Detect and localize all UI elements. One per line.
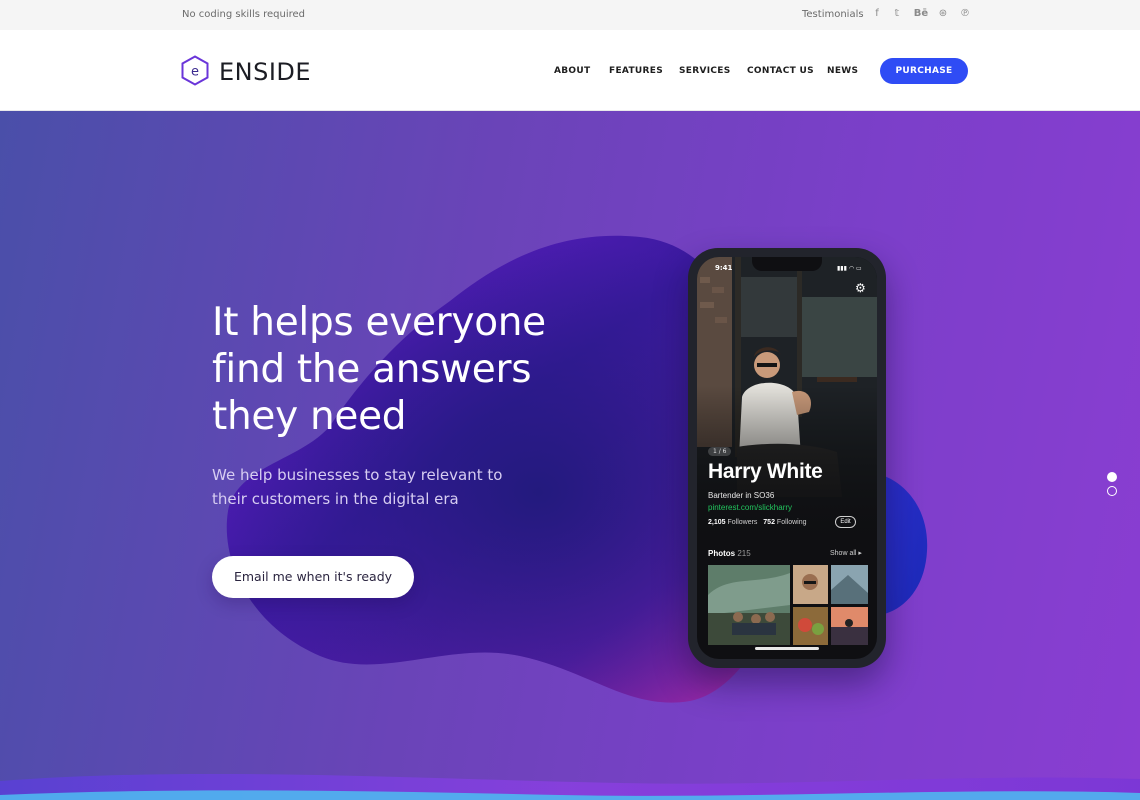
status-icons: ▮▮▮ ◠ ▭ (837, 265, 862, 272)
main-header: e ENSIDE ABOUT FEATURES SERVICES CONTACT… (0, 30, 1140, 111)
top-bar-tagline: No coding skills required (182, 9, 306, 20)
phone-screen: 9:41 ▮▮▮ ◠ ▭ ⚙ 1 / 6 Harry White Bartend… (697, 257, 877, 659)
gear-icon[interactable]: ⚙ (855, 282, 866, 294)
nav-features[interactable]: FEATURES (609, 66, 663, 76)
phone-notch (752, 257, 822, 271)
photo-thumb-3[interactable] (831, 565, 868, 604)
hero-subline-line-2: their customers in the digital era (212, 490, 459, 508)
behance-icon[interactable]: Bē (912, 8, 930, 20)
hero-background-blob (0, 235, 1140, 800)
following-label: Following (776, 519, 807, 526)
photo-thumb-2[interactable] (793, 565, 828, 604)
hero-headline-line-3: they need (212, 394, 407, 439)
photos-grid (708, 565, 868, 645)
pinterest-icon[interactable]: ℗ (959, 8, 971, 20)
nav-services[interactable]: SERVICES (679, 66, 731, 76)
profile-role: Bartender in SO36 (708, 491, 775, 500)
logo-text[interactable]: ENSIDE (219, 58, 311, 86)
profile-link[interactable]: pinterest.com/slickharry (708, 503, 792, 512)
edit-profile-button[interactable]: Edit (835, 516, 856, 528)
email-me-button[interactable]: Email me when it's ready (212, 556, 414, 598)
photo-thumb-5[interactable] (831, 607, 868, 645)
testimonials-link[interactable]: Testimonials (802, 9, 864, 20)
dribbble-icon[interactable]: ⊛ (937, 8, 949, 20)
hero-subline-line-1: We help businesses to stay relevant to (212, 466, 503, 484)
status-time: 9:41 (715, 264, 733, 272)
profile-stats: 2,105 Followers 752 Following (708, 519, 807, 526)
nav-news[interactable]: NEWS (827, 66, 858, 76)
photos-count: 215 (737, 549, 751, 558)
logo-hexagon-icon[interactable]: e (181, 55, 209, 86)
phone-mockup: 9:41 ▮▮▮ ◠ ▭ ⚙ 1 / 6 Harry White Bartend… (688, 248, 886, 668)
purchase-button[interactable]: PURCHASE (880, 58, 968, 84)
top-bar: No coding skills required Testimonials f… (0, 0, 1140, 30)
followers-count: 2,105 (708, 519, 726, 526)
twitter-icon[interactable]: 𝕥 (891, 8, 903, 20)
hero-section: It helps everyone find the answers they … (0, 111, 1140, 800)
photos-heading: Photos 215 (708, 549, 751, 558)
hero-headline: It helps everyone find the answers they … (212, 299, 612, 440)
hero-headline-line-1: It helps everyone (212, 300, 546, 345)
slider-dot-1[interactable] (1107, 472, 1117, 482)
logo-letter: e (191, 65, 199, 80)
following-count: 752 (763, 519, 775, 526)
profile-name: Harry White (708, 460, 823, 483)
photo-thumb-4[interactable] (793, 607, 828, 645)
nav-contact-us[interactable]: CONTACT US (747, 66, 814, 76)
photo-page-indicator: 1 / 6 (708, 447, 732, 456)
nav-about[interactable]: ABOUT (554, 66, 590, 76)
photo-thumb-large[interactable] (708, 565, 790, 645)
show-all-link[interactable]: Show all ▸ (830, 549, 862, 557)
hero-subline: We help businesses to stay relevant to t… (212, 463, 522, 511)
slider-dot-2[interactable] (1107, 486, 1117, 496)
followers-label: Followers (727, 519, 758, 526)
facebook-icon[interactable]: f (871, 8, 883, 20)
home-indicator (755, 647, 819, 650)
photos-label: Photos (708, 549, 736, 558)
hero-headline-line-2: find the answers (212, 347, 532, 392)
